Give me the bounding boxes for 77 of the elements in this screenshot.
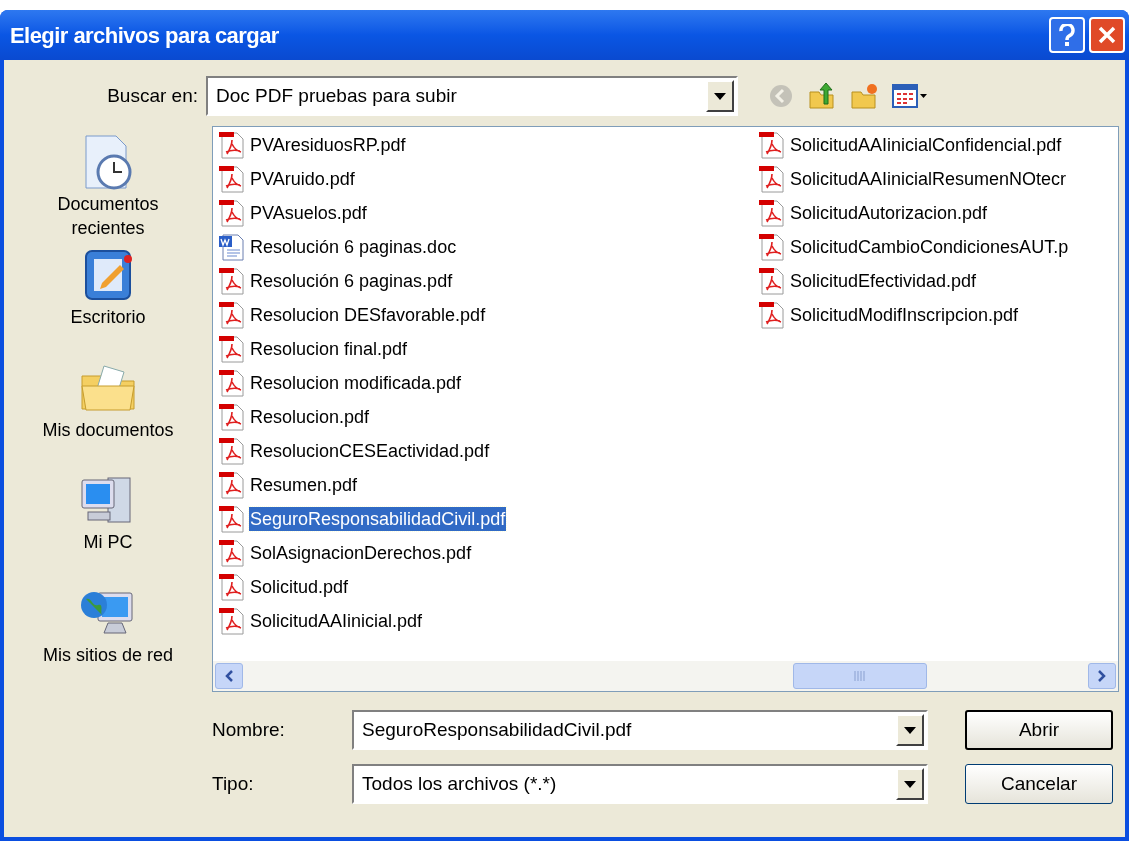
folder-up-icon[interactable] xyxy=(808,82,836,110)
close-icon xyxy=(1098,26,1116,44)
scroll-thumb[interactable] xyxy=(793,663,927,689)
file-item[interactable]: Solicitud.pdf xyxy=(249,575,350,599)
pdf-file-icon xyxy=(217,572,247,602)
caret-icon xyxy=(904,726,916,734)
places-item[interactable]: Documentos recientes xyxy=(23,192,193,240)
file-item[interactable]: Resumen.pdf xyxy=(249,473,359,497)
pdf-file-icon xyxy=(217,266,247,296)
views-menu-icon[interactable] xyxy=(892,83,928,109)
file-item[interactable]: SeguroResponsabilidadCivil.pdf xyxy=(249,507,507,531)
window-title: Elegir archivos para cargar xyxy=(10,21,280,50)
caret-icon xyxy=(904,780,916,788)
places-item[interactable]: Escritorio xyxy=(23,304,193,329)
dropdown-button[interactable] xyxy=(896,714,924,746)
pdf-file-icon xyxy=(217,164,247,194)
question-mark-icon xyxy=(1059,24,1075,46)
places-item[interactable]: Mis documentos xyxy=(23,417,193,442)
file-item[interactable]: Resolucion DESfavorable.pdf xyxy=(249,303,487,327)
file-item[interactable]: ResolucionCESEactividad.pdf xyxy=(249,439,491,463)
pdf-file-icon xyxy=(217,606,247,636)
caret-icon xyxy=(714,92,726,100)
pdf-file-icon xyxy=(757,266,787,296)
file-type-combo[interactable]: Todos los archivos (*.*) xyxy=(352,764,928,804)
pdf-file-icon xyxy=(217,130,247,160)
dialog-button[interactable]: Abrir xyxy=(965,710,1113,750)
pdf-file-icon xyxy=(217,436,247,466)
pdf-file-icon xyxy=(757,164,787,194)
look-in-label: Buscar en: xyxy=(106,83,199,108)
file-item[interactable]: SolicitudModifInscripcion.pdf xyxy=(789,303,1020,327)
file-type-label: Tipo: xyxy=(212,771,255,796)
pdf-file-icon xyxy=(217,470,247,500)
pdf-file-icon xyxy=(217,504,247,534)
file-name-combo[interactable]: SeguroResponsabilidadCivil.pdf xyxy=(352,710,928,750)
file-item[interactable]: SolicitudCambioCondicionesAUT.p xyxy=(789,235,1070,259)
file-item[interactable]: Resolucion final.pdf xyxy=(249,337,409,361)
dialog-button[interactable]: Cancelar xyxy=(965,764,1113,804)
help-button[interactable] xyxy=(1049,17,1085,53)
pdf-file-icon xyxy=(757,130,787,160)
document-file-icon xyxy=(217,232,247,262)
file-item[interactable]: SolicitudAAIinicial.pdf xyxy=(249,609,424,633)
pdf-file-icon xyxy=(217,198,247,228)
pdf-file-icon xyxy=(217,368,247,398)
file-item[interactable]: SolicitudAutorizacion.pdf xyxy=(789,201,989,225)
file-item[interactable]: Resolucion.pdf xyxy=(249,405,371,429)
file-item[interactable]: SolAsignacionDerechos.pdf xyxy=(249,541,473,565)
scroll-left-button[interactable] xyxy=(215,663,243,689)
file-item[interactable]: SolicitudEfectividad.pdf xyxy=(789,269,978,293)
pdf-file-icon xyxy=(757,198,787,228)
places-item[interactable]: Mi PC xyxy=(23,530,193,555)
horizontal-scrollbar[interactable] xyxy=(213,661,1118,691)
dropdown-button[interactable] xyxy=(706,80,734,112)
grip-icon xyxy=(854,671,866,681)
file-item[interactable]: SolicitudAAIinicialResumenNOtecr xyxy=(789,167,1068,191)
look-in-combo[interactable]: Doc PDF pruebas para subir xyxy=(206,76,738,116)
file-item[interactable]: PVAruido.pdf xyxy=(249,167,356,191)
file-item[interactable]: Resolución 6 paginas.pdf xyxy=(249,269,454,293)
places-item[interactable]: Mis sitios de red xyxy=(23,643,193,668)
dropdown-button[interactable] xyxy=(896,768,924,800)
pdf-file-icon xyxy=(217,300,247,330)
file-name-label: Nombre: xyxy=(212,717,286,742)
file-item[interactable]: Resolución 6 paginas.doc xyxy=(249,235,458,259)
file-item[interactable]: PVAresiduosRP.pdf xyxy=(249,133,407,157)
pdf-file-icon xyxy=(217,538,247,568)
pdf-file-icon xyxy=(217,334,247,364)
scroll-right-button[interactable] xyxy=(1088,663,1116,689)
pdf-file-icon xyxy=(217,402,247,432)
file-item[interactable]: Resolucion modificada.pdf xyxy=(249,371,463,395)
file-item[interactable]: PVAsuelos.pdf xyxy=(249,201,368,225)
pdf-file-icon xyxy=(757,300,787,330)
new-folder-icon[interactable] xyxy=(850,82,878,110)
close-button[interactable] xyxy=(1089,17,1125,53)
file-item[interactable]: SolicitudAAIinicialConfidencial.pdf xyxy=(789,133,1063,157)
folder-path: Doc PDF pruebas para subir xyxy=(215,83,458,108)
pdf-file-icon xyxy=(757,232,787,262)
file-name-text: SeguroResponsabilidadCivil.pdf xyxy=(361,717,633,742)
file-type-text: Todos los archivos (*.*) xyxy=(361,771,558,796)
